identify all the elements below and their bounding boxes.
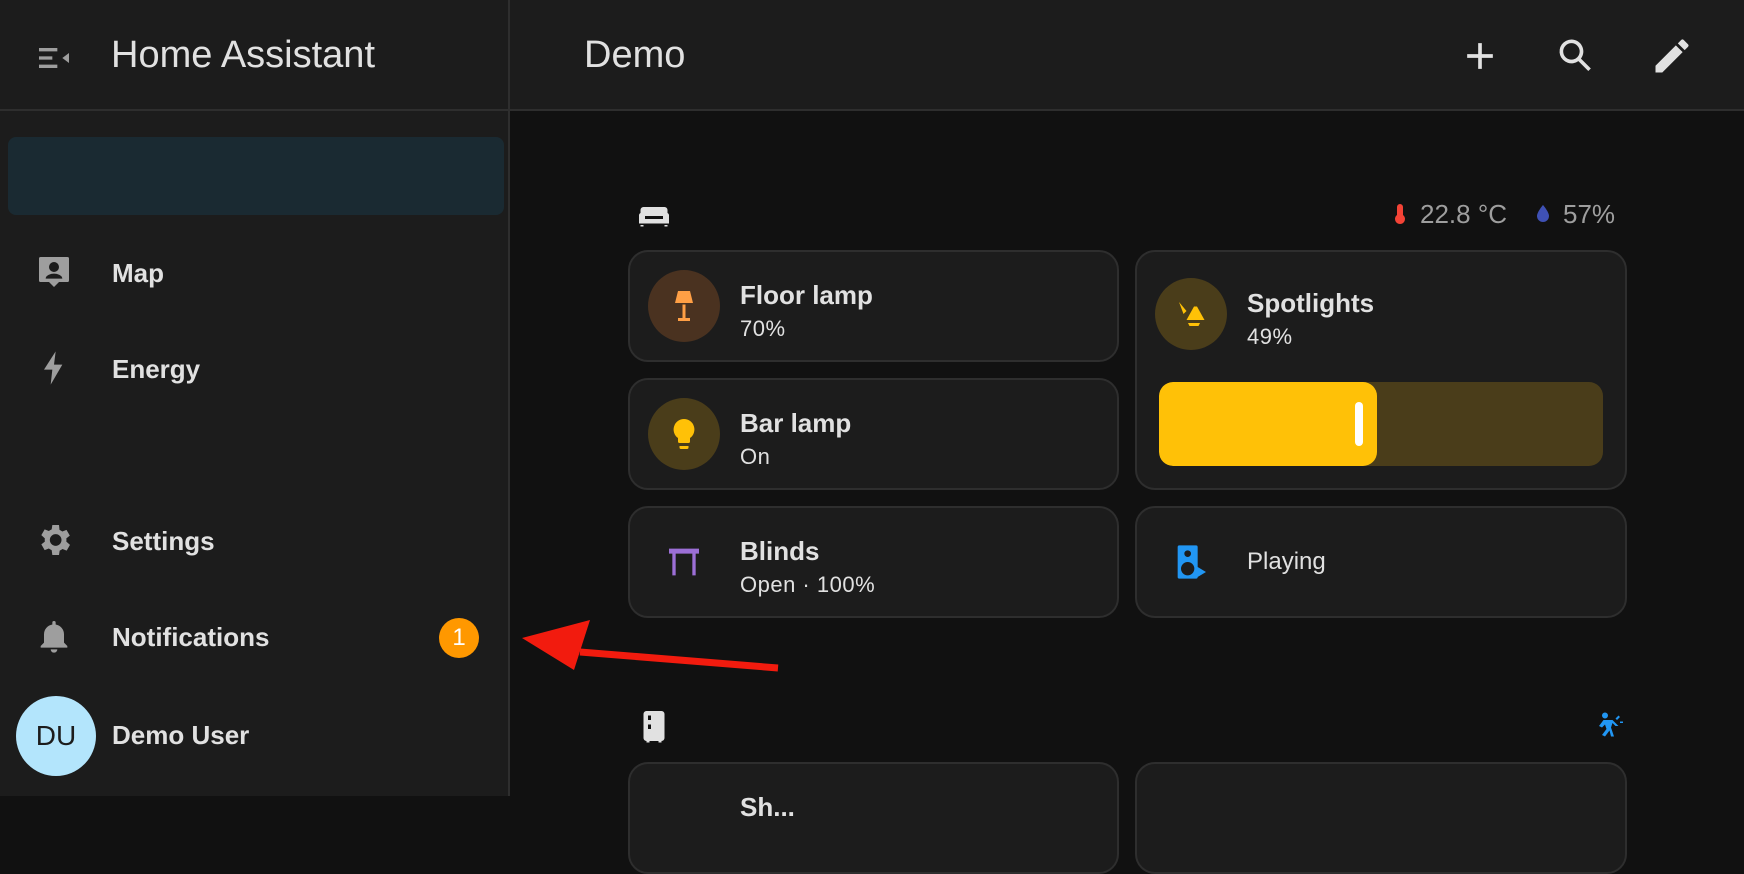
gear-icon xyxy=(41,525,70,555)
humidity-value: 57% xyxy=(1563,198,1616,229)
speaker-play-icon[interactable] xyxy=(1155,526,1227,598)
bar-lamp-card[interactable]: Bar lamp On xyxy=(628,378,1119,490)
card-state: 70% xyxy=(740,316,786,341)
sidebar-item-notifications[interactable]: Notifications 1 xyxy=(0,600,508,672)
sidebar-item-energy[interactable]: Energy xyxy=(0,332,508,404)
card-name: Floor lamp xyxy=(740,280,873,310)
thermometer-icon xyxy=(1395,204,1405,224)
temperature-value: 22.8 °C xyxy=(1420,198,1508,229)
pencil-icon[interactable] xyxy=(1650,34,1694,78)
menu-collapse-icon[interactable] xyxy=(34,38,74,78)
floor-lamp-icon[interactable] xyxy=(648,270,720,342)
media-player-card[interactable]: Playing xyxy=(1135,506,1627,618)
sidebar-item-settings[interactable]: Settings xyxy=(0,504,508,576)
slider-fill xyxy=(1159,382,1377,466)
sidebar-item-overview[interactable] xyxy=(8,137,504,215)
app-title: Home Assistant xyxy=(111,34,375,76)
card-name: Bar lamp xyxy=(740,408,852,438)
search-icon[interactable] xyxy=(1554,34,1598,78)
map-account-icon xyxy=(39,257,69,287)
card-name: Blinds xyxy=(740,536,820,566)
add-icon[interactable] xyxy=(1458,34,1502,78)
spotlights-card[interactable]: Spotlights 49% xyxy=(1135,250,1627,490)
top-app-bar: Demo xyxy=(510,0,1744,111)
sidebar-item-label: Settings xyxy=(112,526,215,556)
sidebar-item-label: Notifications xyxy=(112,622,270,652)
brightness-slider[interactable] xyxy=(1159,382,1603,466)
avatar: DU xyxy=(16,696,96,776)
card-name: Sh... xyxy=(740,792,795,822)
sidebar-item-label: Map xyxy=(112,258,164,288)
spotlight-icon[interactable] xyxy=(1155,278,1227,350)
fridge-icon xyxy=(643,711,665,743)
slider-handle[interactable] xyxy=(1355,402,1363,446)
lightbulb-icon[interactable] xyxy=(648,398,720,470)
notification-count-badge: 1 xyxy=(439,618,479,658)
motion-sensor-icon xyxy=(1599,712,1623,737)
sidebar: Home Assistant Map Energy Settings Notif… xyxy=(0,0,510,796)
view-title: Demo xyxy=(584,34,686,76)
shutter-card[interactable]: Sh... xyxy=(628,762,1119,874)
sidebar-item-map[interactable]: Map xyxy=(0,236,508,308)
annotation-arrow xyxy=(522,620,779,672)
sidebar-item-label: Energy xyxy=(112,354,201,384)
user-name: Demo User xyxy=(112,720,250,750)
floor-lamp-card[interactable]: Floor lamp 70% xyxy=(628,250,1119,362)
area-sensors: 22.8 °C 57% xyxy=(1388,196,1615,232)
window-shutter-open-icon[interactable] xyxy=(648,526,720,598)
blinds-card[interactable]: Blinds Open · 100% xyxy=(628,506,1119,618)
water-percent-icon xyxy=(1537,205,1550,222)
sofa-icon xyxy=(638,207,670,227)
card-state: Playing xyxy=(1247,548,1326,575)
bell-icon xyxy=(40,621,68,653)
card-state: On xyxy=(740,444,771,469)
card-state: Open · 100% xyxy=(740,572,876,597)
entity-card[interactable] xyxy=(1135,762,1627,874)
lightning-bolt-icon xyxy=(44,351,63,385)
card-state: 49% xyxy=(1247,324,1293,349)
sidebar-header: Home Assistant xyxy=(0,0,508,111)
card-name: Spotlights xyxy=(1247,288,1375,318)
sidebar-item-profile[interactable]: DU Demo User xyxy=(0,696,508,776)
